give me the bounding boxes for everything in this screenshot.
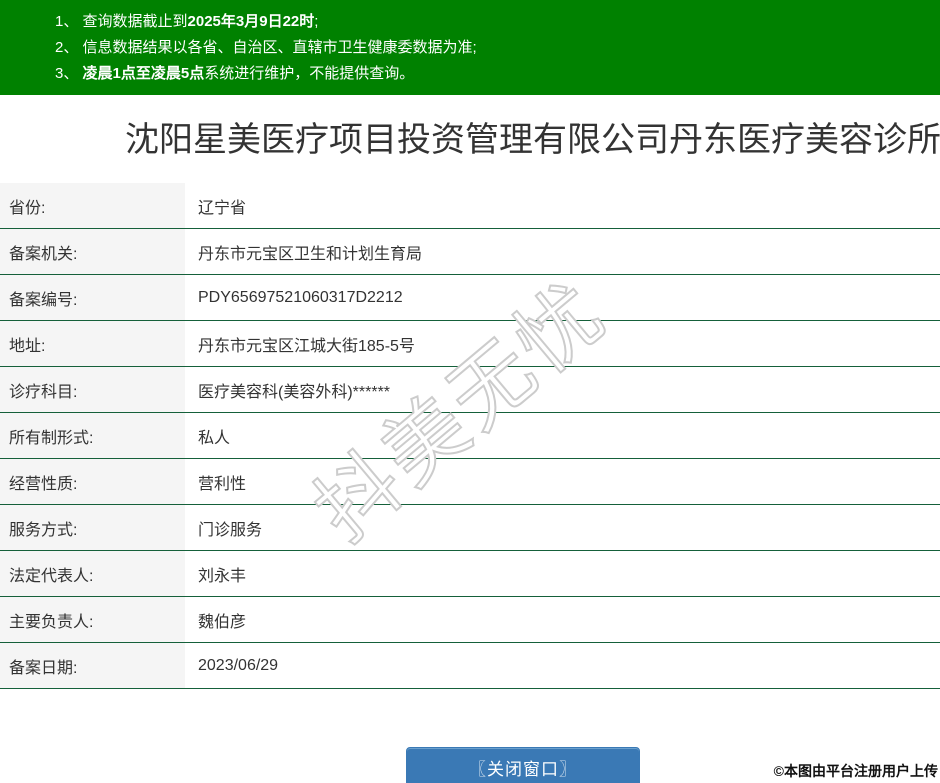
row-value: 魏伯彦 [198, 613, 247, 631]
row-value: 丹东市元宝区江城大街185-5号 [198, 337, 415, 355]
row-value: 丹东市元宝区卫生和计划生育局 [198, 245, 423, 263]
uploader-credit-watermark: ©本图由平台注册用户上传 [773, 763, 938, 779]
table-row: 所有制形式: 私人 [0, 413, 940, 459]
row-value: 2023/06/29 [198, 656, 279, 674]
row-label: 服务方式: [0, 505, 185, 550]
notice-line-2-text: 2、 信息数据结果以各省、自治区、直辖市卫生健康委数据为准; [55, 39, 477, 56]
close-window-button[interactable]: 〖关闭窗口〗 [406, 747, 640, 783]
notice-line-1-text: 1、 查询数据截止到 [55, 13, 188, 30]
table-row: 服务方式: 门诊服务 [0, 505, 940, 551]
row-label: 备案编号: [0, 275, 185, 320]
table-row: 诊疗科目: 医疗美容科(美容外科)****** [0, 367, 940, 413]
row-value: 营利性 [198, 475, 247, 493]
table-row: 主要负责人: 魏伯彦 [0, 597, 940, 643]
row-label: 法定代表人: [0, 551, 185, 596]
notice-line-2: 2、 信息数据结果以各省、自治区、直辖市卫生健康委数据为准; [55, 35, 930, 61]
notice-line-1: 1、 查询数据截止到2025年3月9日22时; [55, 9, 930, 35]
row-label: 备案日期: [0, 643, 185, 688]
notice-line-1-bold: 2025年3月9日22时 [187, 13, 315, 30]
table-row: 备案编号: PDY65697521060317D2212 [0, 275, 940, 321]
table-row: 备案机关: 丹东市元宝区卫生和计划生育局 [0, 229, 940, 275]
row-value: PDY65697521060317D2212 [198, 288, 403, 306]
table-row: 省份: 辽宁省 [0, 183, 940, 229]
row-label: 主要负责人: [0, 597, 185, 642]
row-value: 私人 [198, 429, 231, 447]
row-value: 门诊服务 [198, 521, 263, 539]
notice-line-1-tail: ; [314, 13, 319, 30]
info-table: 省份: 辽宁省 备案机关: 丹东市元宝区卫生和计划生育局 备案编号: PDY65… [0, 183, 940, 689]
table-row: 地址: 丹东市元宝区江城大街185-5号 [0, 321, 940, 367]
row-label: 所有制形式: [0, 413, 185, 458]
table-row: 备案日期: 2023/06/29 [0, 643, 940, 689]
notice-line-3: 3、 凌晨1点至凌晨5点系统进行维护，不能提供查询。 [55, 61, 930, 87]
page: 1、 查询数据截止到2025年3月9日22时; 2、 信息数据结果以各省、自治区… [0, 0, 940, 783]
row-value: 刘永丰 [198, 567, 247, 585]
row-label: 省份: [0, 183, 185, 228]
notice-line-3-tail: 系统进行维护，不能提供查询。 [204, 65, 415, 82]
row-label: 经营性质: [0, 459, 185, 504]
notice-banner: 1、 查询数据截止到2025年3月9日22时; 2、 信息数据结果以各省、自治区… [0, 0, 940, 95]
table-row: 经营性质: 营利性 [0, 459, 940, 505]
row-label: 地址: [0, 321, 185, 366]
row-value: 医疗美容科(美容外科)****** [198, 383, 391, 401]
table-row: 法定代表人: 刘永丰 [0, 551, 940, 597]
row-label: 诊疗科目: [0, 367, 185, 412]
notice-line-3-text: 3、 [55, 65, 83, 82]
row-label: 备案机关: [0, 229, 185, 274]
page-title: 沈阳星美医疗项目投资管理有限公司丹东医疗美容诊所 [125, 121, 940, 159]
row-value: 辽宁省 [198, 199, 247, 217]
notice-line-3-bold: 凌晨1点至凌晨5点 [82, 65, 205, 82]
